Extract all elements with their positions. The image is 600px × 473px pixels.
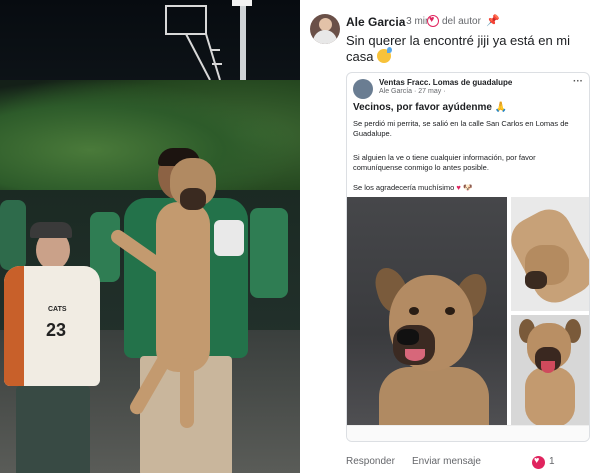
group-name[interactable]: Ventas Fracc. Lomas de guadalupe [379, 78, 512, 87]
dog-body [156, 202, 210, 372]
comment-actions: Responder Enviar mensaje 1 [346, 452, 600, 472]
jersey-stripe [4, 266, 24, 386]
shared-post-paragraph: Se perdió mi perrita, se salió en la cal… [353, 119, 569, 138]
dog-muzzle [180, 188, 206, 210]
dog-tongue [541, 361, 555, 373]
shared-post-card[interactable]: Ventas Fracc. Lomas de guadalupe Ale Gar… [346, 72, 590, 442]
heart-emoji-icon: ♥ [456, 183, 461, 192]
dog-body [525, 367, 575, 425]
dog-emoji-icon: 🐶 [462, 183, 473, 192]
heart-badge-icon [427, 14, 439, 27]
more-options-icon[interactable]: ··· [573, 76, 583, 87]
comment-caption: Sin querer la encontré jiji ya está en m… [346, 33, 590, 65]
comment-panel: Ale Garcia · 3 min del autor 📌 Sin quere… [300, 0, 600, 473]
dog-snout [525, 271, 547, 289]
man-legs [16, 386, 90, 473]
post-time: · 3 min [400, 16, 431, 27]
love-reaction-icon[interactable] [532, 455, 545, 469]
group-avatar [353, 79, 373, 99]
stadium-light-tower [165, 5, 222, 80]
lost-dog-photo-3[interactable] [511, 315, 589, 425]
dog-eye [445, 307, 455, 315]
dog-body [379, 367, 489, 427]
bg-person [250, 208, 288, 298]
shared-post-meta: Ale García · 27 may · [379, 88, 446, 95]
dog-tongue [405, 349, 425, 361]
dog-leg [180, 358, 194, 428]
shared-post-paragraph: Si alguien la ve o tiene cualquier infor… [353, 153, 536, 172]
sweat-smile-emoji-icon [377, 47, 393, 63]
reply-button[interactable]: Responder [346, 456, 395, 467]
author-name[interactable]: Ale Garcia [346, 15, 405, 29]
author-badge-label: del autor [442, 16, 481, 27]
shared-post-title: Vecinos, por favor ayúdenme 🙏 [353, 102, 508, 113]
man-in-jersey: CATS 23 [0, 222, 105, 473]
avatar[interactable] [310, 14, 340, 44]
pole-lamp [232, 0, 252, 6]
shared-post-paragraph: Se los agradecería muchísimo ♥ 🐶 [353, 183, 585, 193]
held-dog [108, 158, 220, 428]
thanks-text: Se los agradecería muchísimo [353, 183, 455, 192]
jersey-number: 23 [46, 320, 67, 340]
stadium-photo: CATS 23 [0, 0, 300, 473]
man-cap [30, 222, 72, 238]
lost-dog-photo-2[interactable] [511, 197, 589, 311]
dog-nose [397, 329, 419, 345]
dog-eye [409, 307, 419, 315]
send-message-button[interactable]: Enviar mensaje [412, 456, 481, 467]
pin-icon: 📌 [486, 14, 500, 27]
shared-post-footer [347, 425, 589, 441]
lost-dog-photo[interactable] [347, 197, 507, 427]
jersey-text: CATS [48, 306, 67, 313]
dog-portrait [369, 264, 491, 427]
reaction-count[interactable]: 1 [549, 456, 555, 467]
